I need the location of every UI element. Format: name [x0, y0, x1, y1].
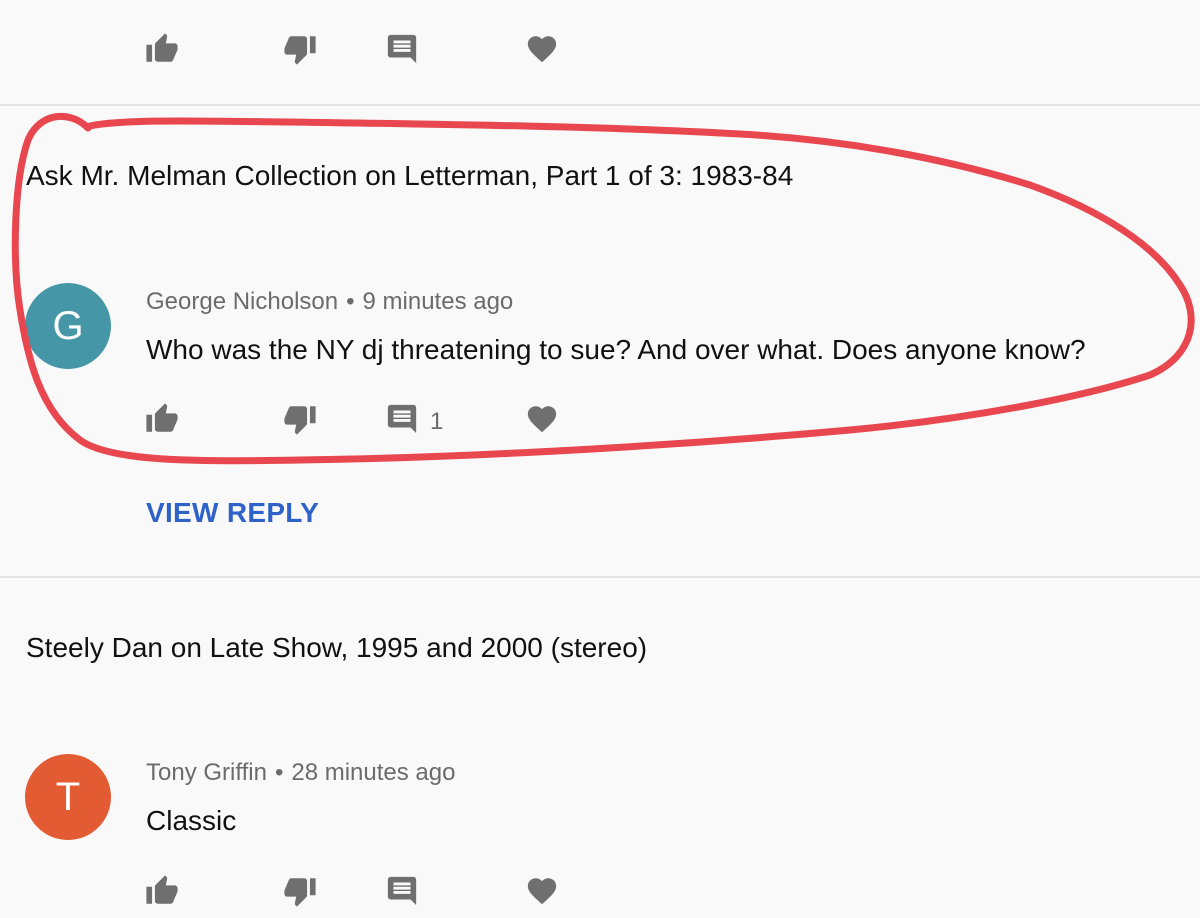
comment-icon[interactable]	[385, 32, 419, 66]
thumbs-down-icon[interactable]	[283, 402, 317, 436]
thumbs-up-icon[interactable]	[145, 402, 179, 436]
divider	[0, 576, 1200, 578]
comment-actions	[0, 874, 1200, 918]
divider	[0, 104, 1200, 106]
heart-icon[interactable]	[525, 874, 559, 908]
previous-comment-actions	[0, 32, 1200, 76]
comment-icon[interactable]	[385, 874, 419, 908]
separator-dot: •	[274, 759, 284, 786]
reply-count: 1	[430, 408, 444, 435]
video-title[interactable]: Ask Mr. Melman Collection on Letterman, …	[26, 160, 793, 192]
video-title[interactable]: Steely Dan on Late Show, 1995 and 2000 (…	[26, 632, 647, 664]
author-name[interactable]: Tony Griffin	[146, 759, 267, 786]
heart-icon[interactable]	[525, 32, 559, 66]
thumbs-down-icon[interactable]	[283, 874, 317, 908]
comment-icon[interactable]	[385, 402, 419, 436]
comment-actions: 1	[0, 402, 1200, 446]
avatar[interactable]: G	[25, 283, 111, 369]
separator-dot: •	[346, 288, 355, 315]
avatar-letter: T	[55, 774, 81, 819]
timestamp: 28 minutes ago	[291, 759, 456, 786]
avatar-letter: G	[52, 303, 84, 348]
view-reply-link[interactable]: VIEW REPLY	[146, 497, 319, 529]
thumbs-up-icon[interactable]	[145, 874, 179, 908]
comment-text: Classic	[146, 805, 237, 836]
timestamp: 9 minutes ago	[362, 288, 514, 315]
comment-meta: Tony Griffin • 28 minutes ago	[146, 759, 455, 787]
avatar[interactable]: T	[25, 754, 111, 840]
thumbs-down-icon[interactable]	[283, 32, 317, 66]
heart-icon[interactable]	[525, 402, 559, 436]
comment-meta: George Nicholson • 9 minutes ago	[146, 288, 513, 316]
comment-text: Who was the NY dj threatening to sue? An…	[146, 334, 1086, 365]
author-name[interactable]: George Nicholson	[146, 288, 338, 315]
thumbs-up-icon[interactable]	[145, 32, 179, 66]
